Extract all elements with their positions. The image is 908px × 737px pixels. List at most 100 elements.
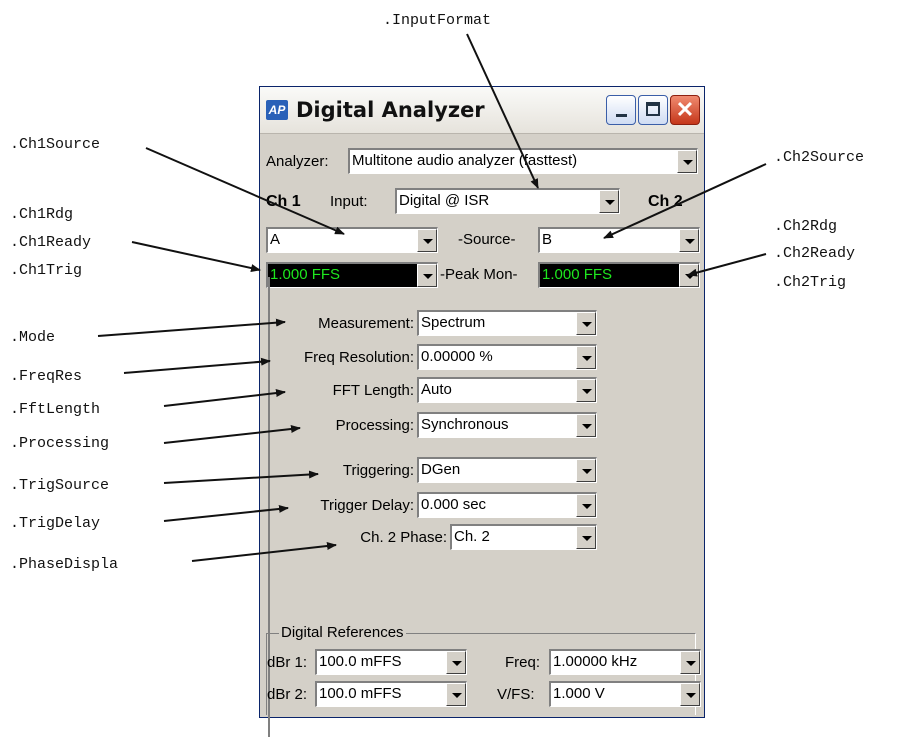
annotation-freq-res: .FreqRes — [10, 368, 83, 385]
vfs-label: V/FS: — [497, 686, 535, 703]
freq-resolution-value: 0.00000 % — [421, 348, 493, 365]
dbr2-input[interactable]: 100.0 mFFS — [315, 681, 467, 707]
minimize-button[interactable] — [606, 95, 636, 125]
ch1-peak-value: 1.000 FFS — [270, 266, 341, 283]
analyzer-value: Multitone audio analyzer (fasttest) — [352, 152, 578, 169]
processing-value: Synchronous — [421, 416, 509, 433]
arrow-mode — [97, 318, 286, 337]
dbr2-value: 100.0 mFFS — [319, 685, 402, 702]
chevron-down-icon[interactable] — [680, 651, 700, 674]
annotation-ch2-rdg: .Ch2Rdg — [774, 218, 838, 235]
chevron-down-icon[interactable] — [679, 264, 699, 287]
annotation-input-format: .InputFormat — [383, 12, 492, 29]
vfs-value: 1.000 V — [553, 685, 605, 702]
chevron-down-icon[interactable] — [446, 651, 466, 674]
dbr2-label: dBr 2: — [267, 686, 308, 703]
freq-resolution-label: Freq Resolution: — [303, 349, 414, 366]
ch2-phase-select[interactable]: Ch. 2 — [450, 524, 597, 550]
ch2-peak-value: 1.000 FFS — [542, 266, 613, 283]
chevron-down-icon[interactable] — [417, 229, 437, 252]
annotation-phase-display: .PhaseDispla — [10, 556, 119, 573]
chevron-down-icon[interactable] — [677, 150, 697, 173]
dbr1-value: 100.0 mFFS — [319, 653, 402, 670]
analyzer-panel: Analyzer: Multitone audio analyzer (fast… — [264, 137, 701, 737]
arrow-ch1-ready — [131, 241, 261, 272]
annotation-fft-length: .FftLength — [10, 401, 101, 418]
freq-reference-input[interactable]: 1.00000 kHz — [549, 649, 701, 675]
ch2-source-value: B — [542, 231, 553, 248]
ch2-label: Ch 2 — [648, 193, 683, 210]
trigger-delay-input[interactable]: 0.000 sec — [417, 492, 597, 518]
measurement-label: Measurement: — [318, 315, 414, 332]
window-title: Digital Analyzer — [296, 98, 485, 122]
ch2-peak-readout[interactable]: 1.000 FFS — [538, 262, 700, 288]
chevron-down-icon[interactable] — [576, 459, 596, 482]
app-logo-icon: AP — [266, 100, 288, 120]
fft-length-label: FFT Length: — [332, 382, 414, 399]
ch1-source-value: A — [270, 231, 281, 248]
digital-references-group: Digital References dBr 1: 100.0 mFFS Fre… — [266, 622, 701, 715]
annotation-trig-delay: .TrigDelay — [10, 515, 101, 532]
ch2-phase-value: Ch. 2 — [454, 528, 490, 545]
processing-select[interactable]: Synchronous — [417, 412, 597, 438]
annotation-ch2-source: .Ch2Source — [774, 149, 865, 166]
chevron-down-icon[interactable] — [680, 683, 700, 706]
freq-reference-value: 1.00000 kHz — [553, 653, 638, 670]
analyzer-select[interactable]: Multitone audio analyzer (fasttest) — [348, 148, 698, 174]
annotation-ch1-source: .Ch1Source — [10, 136, 101, 153]
trigger-delay-label: Trigger Delay: — [320, 497, 414, 514]
ch2-phase-label: Ch. 2 Phase: — [360, 529, 447, 546]
freq-resolution-select[interactable]: 0.00000 % — [417, 344, 597, 370]
chevron-down-icon[interactable] — [576, 312, 596, 335]
processing-label: Processing: — [335, 417, 414, 434]
maximize-icon — [646, 102, 660, 116]
annotation-ch1-ready: .Ch1Ready — [10, 234, 92, 251]
input-format-value: Digital @ ISR — [399, 192, 490, 209]
annotation-processing: .Processing — [10, 435, 110, 452]
peak-mon-label: -Peak Mon- — [440, 266, 518, 283]
chevron-down-icon[interactable] — [679, 229, 699, 252]
triggering-label: Triggering: — [342, 462, 414, 479]
input-label: Input: — [330, 193, 368, 210]
analyzer-label: Analyzer: — [266, 153, 329, 170]
dbr1-label: dBr 1: — [267, 654, 308, 671]
trigger-delay-value: 0.000 sec — [421, 496, 487, 513]
digital-analyzer-window: AP Digital Analyzer ✕ Analyzer: Multiton… — [259, 86, 705, 737]
chevron-down-icon[interactable] — [576, 379, 596, 402]
chevron-down-icon[interactable] — [417, 264, 437, 287]
triggering-value: DGen — [421, 461, 461, 478]
annotation-mode: .Mode — [10, 329, 56, 346]
ch1-peak-readout[interactable]: 1.000 FFS — [266, 262, 438, 288]
fft-length-value: Auto — [421, 381, 452, 398]
minimize-icon — [616, 114, 627, 117]
vfs-input[interactable]: 1.000 V — [549, 681, 701, 707]
maximize-button[interactable] — [638, 95, 668, 125]
fft-length-select[interactable]: Auto — [417, 377, 597, 403]
arrow-freq-res — [123, 357, 271, 374]
source-label: -Source- — [458, 231, 516, 248]
chevron-down-icon[interactable] — [576, 526, 596, 549]
chevron-down-icon[interactable] — [599, 190, 619, 213]
triggering-select[interactable]: DGen — [417, 457, 597, 483]
freq-label: Freq: — [505, 654, 541, 671]
ch1-source-select[interactable]: A — [266, 227, 438, 253]
annotation-trig-source: .TrigSource — [10, 477, 110, 494]
chevron-down-icon[interactable] — [576, 494, 596, 517]
close-icon: ✕ — [675, 97, 695, 122]
title-bar[interactable]: AP Digital Analyzer ✕ — [260, 87, 704, 134]
annotation-ch2-trig: .Ch2Trig — [774, 274, 847, 291]
ch1-label: Ch 1 — [266, 193, 301, 210]
annotation-ch1-rdg: .Ch1Rdg — [10, 206, 74, 223]
annotation-ch2-ready: .Ch2Ready — [774, 245, 856, 262]
digital-references-title: Digital References — [279, 622, 406, 644]
measurement-value: Spectrum — [421, 314, 486, 331]
chevron-down-icon[interactable] — [576, 346, 596, 369]
measurement-select[interactable]: Spectrum — [417, 310, 597, 336]
ch2-source-select[interactable]: B — [538, 227, 700, 253]
chevron-down-icon[interactable] — [446, 683, 466, 706]
annotation-ch1-trig: .Ch1Trig — [10, 262, 83, 279]
dbr1-input[interactable]: 100.0 mFFS — [315, 649, 467, 675]
chevron-down-icon[interactable] — [576, 414, 596, 437]
close-button[interactable]: ✕ — [670, 95, 700, 125]
input-format-select[interactable]: Digital @ ISR — [395, 188, 620, 214]
